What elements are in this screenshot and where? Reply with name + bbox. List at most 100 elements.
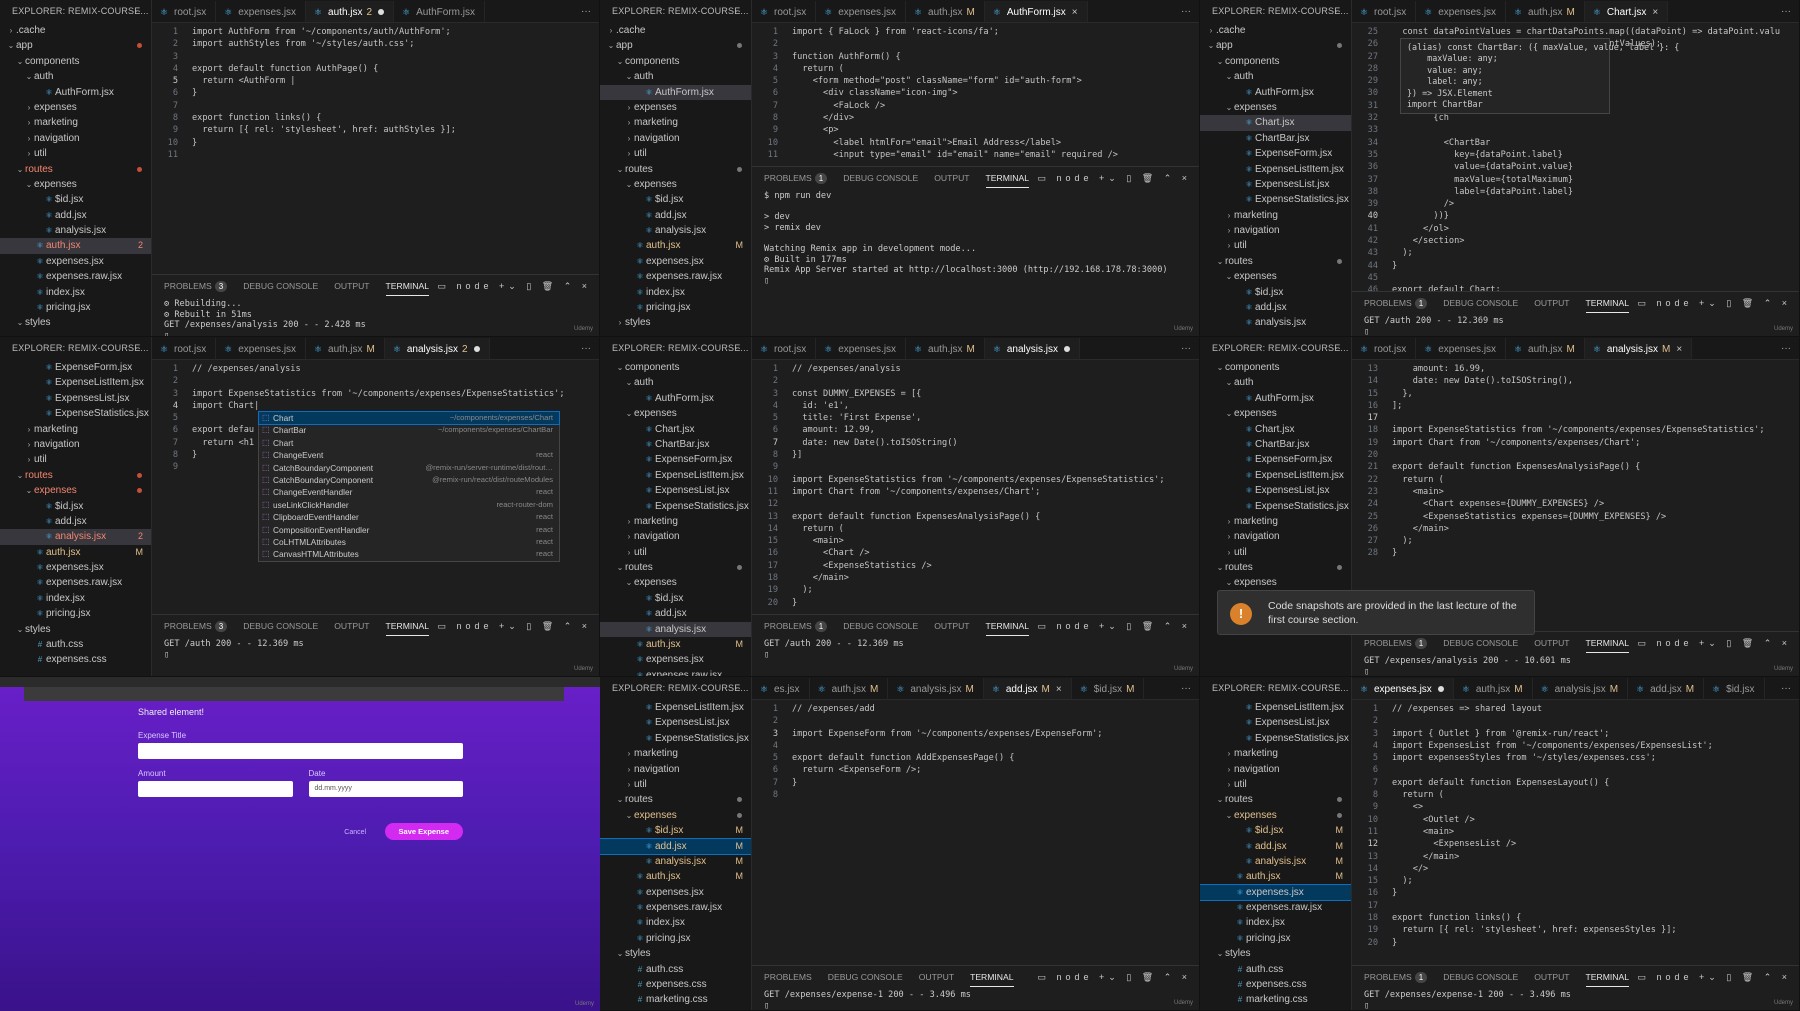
tree-item-add-jsx[interactable]: ⚛ add.jsx	[0, 514, 151, 529]
tree-item-marketing[interactable]: › marketing	[600, 115, 751, 130]
terminal-output[interactable]: GET /auth 200 - - 12.369 ms ▯	[1352, 314, 1799, 336]
editor-tab[interactable]: ⚛ expenses.jsx	[1416, 338, 1507, 359]
editor-tab[interactable]: ⚛ $id.jsx	[1704, 678, 1765, 699]
tree-item-add-jsx[interactable]: ⚛ add.jsx	[0, 208, 151, 223]
tree-item-expenses-css[interactable]: # expenses.css	[1200, 977, 1351, 992]
terminal-tab[interactable]: TERMINAL	[1585, 968, 1629, 987]
tree-item-expenses[interactable]: ⌄ expenses	[1200, 808, 1351, 823]
tree-item-expenseslist-jsx[interactable]: ⚛ ExpensesList.jsx	[0, 391, 151, 406]
more-actions-icon[interactable]: ···	[1181, 0, 1191, 22]
tree-item-components[interactable]: ⌄ components	[600, 360, 751, 375]
more-actions-icon[interactable]: ···	[1331, 0, 1341, 23]
tree-item-app[interactable]: ⌄ app	[600, 38, 751, 53]
tree-item-marketing-css[interactable]: # marketing.css	[1200, 992, 1351, 1007]
tree-item-pricing-jsx[interactable]: ⚛ pricing.jsx	[600, 300, 751, 315]
problems-tab[interactable]: PROBLEMS 3	[164, 275, 228, 297]
browser-address-bar[interactable]	[24, 687, 564, 701]
editor-tab[interactable]: ⚛ Chart.jsx ×	[1584, 1, 1669, 22]
tree-item-styles[interactable]: ⌄ styles	[600, 946, 751, 961]
terminal-toolbar[interactable]: ▭ node +⌄ ▯ 🗑 ⌃ ×	[1637, 966, 1791, 988]
tree-item-expensestatistics-jsx[interactable]: ⚛ ExpenseStatistics.jsx	[1200, 499, 1351, 514]
suggestion-item[interactable]: ⬚ CompositionEventHandler react	[259, 524, 559, 536]
tree-item-expenses[interactable]: ⌄ expenses	[1200, 575, 1351, 590]
tree-item-routes[interactable]: ⌄ routes	[0, 162, 151, 177]
close-icon[interactable]: ×	[1676, 344, 1682, 355]
tree-item-expenseform-jsx[interactable]: ⚛ ExpenseForm.jsx	[1200, 452, 1351, 467]
tree-item-expenseslist-jsx[interactable]: ⚛ ExpensesList.jsx	[600, 715, 751, 730]
tree-item-expenselistitem-jsx[interactable]: ⚛ ExpenseListItem.jsx	[1200, 162, 1351, 177]
tree-item-authform-jsx[interactable]: ⚛ AuthForm.jsx	[600, 391, 751, 406]
problems-tab[interactable]: PROBLEMS 1	[764, 167, 828, 189]
tree-item-expenseform-jsx[interactable]: ⚛ ExpenseForm.jsx	[0, 360, 151, 375]
tree-item-index-jsx[interactable]: ⚛ index.jsx	[600, 915, 751, 930]
editor-tab[interactable]: ⚛ root.jsx	[1352, 338, 1417, 359]
tree-item-index-jsx[interactable]: ⚛ index.jsx	[1200, 915, 1351, 930]
terminal-tab[interactable]: TERMINAL	[985, 617, 1029, 636]
tree-item-auth-jsx[interactable]: ⚛ auth.jsx M	[600, 238, 751, 253]
tree-item-expenses[interactable]: ⌄ expenses	[600, 808, 751, 823]
close-icon[interactable]: ×	[1652, 7, 1658, 18]
tree-item-add-jsx[interactable]: ⚛ add.jsx	[600, 606, 751, 621]
code-editor[interactable]: 1 import AuthForm from '~/components/auth…	[152, 24, 599, 161]
more-actions-icon[interactable]: ···	[1331, 337, 1341, 360]
debug-tab[interactable]: DEBUG CONSOLE	[828, 966, 903, 988]
editor-tab[interactable]: ⚛ analysis.jsx M	[1533, 678, 1629, 699]
tree-item-expenses[interactable]: ⌄ expenses	[1200, 100, 1351, 115]
output-tab[interactable]: OUTPUT	[934, 167, 969, 189]
editor-tab[interactable]: ⚛ auth.jsx M	[1506, 1, 1585, 22]
save-expense-button[interactable]: Save Expense	[384, 823, 463, 840]
tree-item-routes[interactable]: ⌄ routes	[1200, 792, 1351, 807]
terminal-toolbar[interactable]: ▭ node +⌄ ▯ 🗑 ⌃ ×	[1637, 292, 1791, 314]
tree-item-expenseform-jsx[interactable]: ⚛ ExpenseForm.jsx	[1200, 146, 1351, 161]
editor-tab[interactable]: ⚛ expenses.jsx	[216, 338, 307, 359]
tree-item-expenselistitem-jsx[interactable]: ⚛ ExpenseListItem.jsx	[600, 468, 751, 483]
tree-item-expenses[interactable]: › expenses	[600, 100, 751, 115]
tree-item-add-jsx[interactable]: ⚛ add.jsx	[1200, 300, 1351, 315]
output-tab[interactable]: OUTPUT	[919, 966, 954, 988]
tree-item-expenselistitem-jsx[interactable]: ⚛ ExpenseListItem.jsx	[600, 700, 751, 715]
terminal-output[interactable]: GET /auth 200 - - 12.369 ms ▯	[752, 637, 1199, 662]
tree-item-navigation[interactable]: › navigation	[600, 762, 751, 777]
tree-item-shared-css[interactable]: #shared.css	[600, 1008, 751, 1011]
terminal-toolbar[interactable]: ▭ node +⌄ ▯ 🗑 ⌃ ×	[1037, 615, 1191, 637]
suggestion-item[interactable]: ⬚ Chart	[259, 437, 559, 449]
tree-item--id-jsx[interactable]: ⚛ $id.jsx	[0, 499, 151, 514]
more-actions-icon[interactable]: ···	[1181, 337, 1191, 359]
terminal-toolbar[interactable]: ▭ node +⌄ ▯ 🗑 ⌃ ×	[1037, 167, 1191, 189]
tree-item-routes[interactable]: ⌄ routes	[0, 468, 151, 483]
tree-item-analysis-jsx[interactable]: ⚛ analysis.jsx	[0, 223, 151, 238]
editor-tab[interactable]: ⚛ auth.jsx M	[906, 338, 985, 359]
tree-item-marketing[interactable]: › marketing	[0, 115, 151, 130]
terminal-tab[interactable]: TERMINAL	[970, 968, 1014, 987]
more-actions-icon[interactable]: ···	[1331, 677, 1341, 700]
suggestion-item[interactable]: ⬚ CatchBoundaryComponent @remix-run/react/…	[259, 474, 559, 486]
tree-item--cache[interactable]: › .cache	[1200, 23, 1351, 38]
tree-item--cache[interactable]: › .cache	[600, 23, 751, 38]
tree-item-util[interactable]: › util	[600, 146, 751, 161]
tree-item-index-jsx[interactable]: ⚛ index.jsx	[0, 591, 151, 606]
problems-tab[interactable]: PROBLEMS 1	[1364, 632, 1428, 654]
suggestion-item[interactable]: ⬚ ChangeEvent react	[259, 449, 559, 461]
date-input[interactable]: dd.mm.yyyy	[308, 781, 463, 797]
editor-tab[interactable]: ⚛ add.jsx M	[1628, 678, 1705, 699]
cancel-link[interactable]: Cancel	[344, 829, 366, 836]
tree-item-chartbar-jsx[interactable]: ⚛ ChartBar.jsx	[600, 437, 751, 452]
tree-item-auth[interactable]: ⌄ auth	[600, 375, 751, 390]
tree-item-navigation[interactable]: › navigation	[1200, 529, 1351, 544]
tree-item-expenses-raw-jsx[interactable]: ⚛ expenses.raw.jsx	[600, 900, 751, 915]
terminal-output[interactable]: GET /expenses/analysis 200 - - 10.601 ms…	[1352, 654, 1799, 676]
editor-tab[interactable]: ⚛ expenses.jsx	[816, 1, 907, 22]
output-tab[interactable]: OUTPUT	[1534, 632, 1569, 654]
tree-item-routes[interactable]: ⌄ routes	[600, 162, 751, 177]
tree-item-routes[interactable]: ⌄ routes	[600, 792, 751, 807]
tree-item-analysis-jsx[interactable]: ⚛ analysis.jsx	[600, 223, 751, 238]
editor-tab[interactable]: ⚛ es.jsx	[752, 678, 810, 699]
editor-tab[interactable]: ⚛ auth.jsx M	[810, 678, 889, 699]
tree-item-components[interactable]: ⌄ components	[0, 54, 151, 69]
tree-item-app[interactable]: ⌄ app	[0, 38, 151, 53]
tree-item-pricing-jsx[interactable]: ⚛ pricing.jsx	[0, 300, 151, 315]
tree-item-auth-jsx[interactable]: ⚛ auth.jsx M	[600, 637, 751, 652]
tree-item-expenselistitem-jsx[interactable]: ⚛ ExpenseListItem.jsx	[1200, 700, 1351, 715]
problems-tab[interactable]: PROBLEMS 1	[1364, 966, 1428, 988]
tree-item--id-jsx[interactable]: ⚛ $id.jsx M	[600, 823, 751, 838]
